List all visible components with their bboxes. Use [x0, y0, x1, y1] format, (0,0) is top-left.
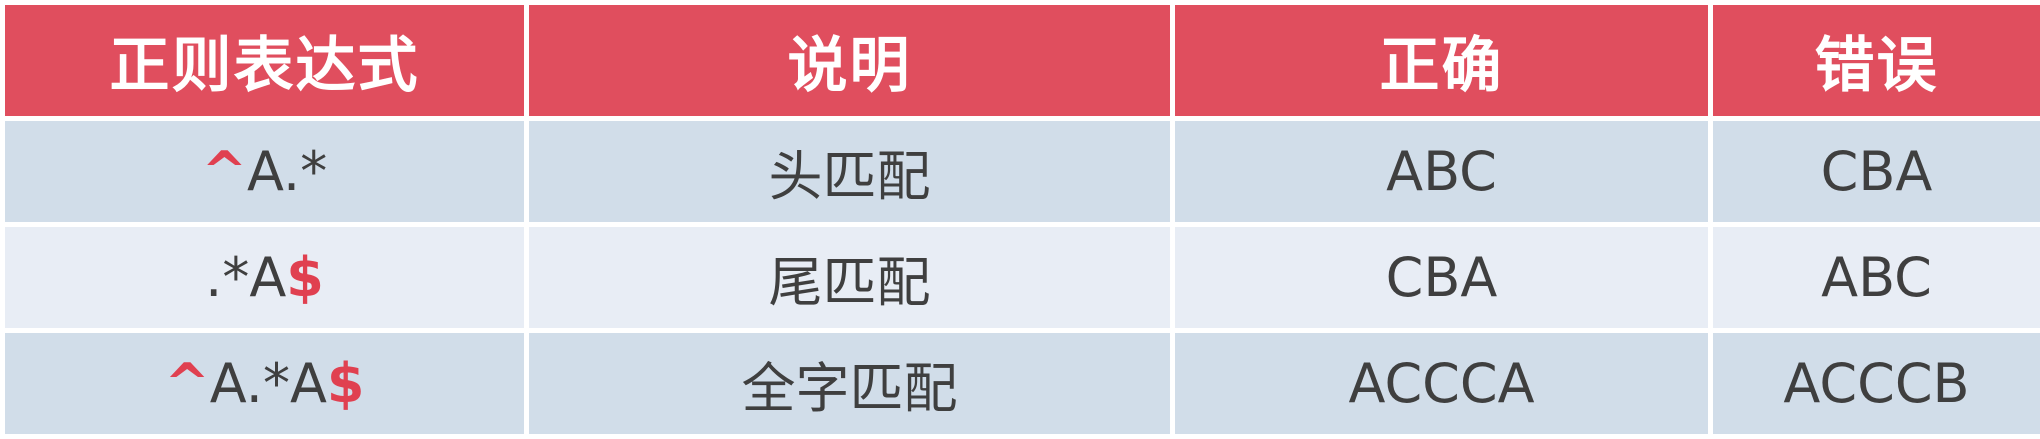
- header-regex: 正则表达式: [3, 3, 527, 119]
- table-row: ^A.*A$ 全字匹配 ACCCA ACCCB: [3, 331, 2040, 437]
- table-row: ^A.* 头匹配 ABC CBA: [3, 119, 2040, 225]
- regex-cell: ^A.*: [3, 119, 527, 225]
- header-description: 说明: [527, 3, 1173, 119]
- wrong-cell: ACCCB: [1711, 331, 2040, 437]
- description-cell: 头匹配: [527, 119, 1173, 225]
- description-cell: 尾匹配: [527, 225, 1173, 331]
- correct-cell: CBA: [1173, 225, 1711, 331]
- regex-cell: .*A$: [3, 225, 527, 331]
- regex-body: A.*A: [210, 352, 327, 415]
- regex-anchor-end: $: [286, 246, 324, 309]
- correct-cell: ABC: [1173, 119, 1711, 225]
- header-wrong: 错误: [1711, 3, 2040, 119]
- table-header-row: 正则表达式 说明 正确 错误: [3, 3, 2040, 119]
- regex-anchor-end: $: [327, 352, 365, 415]
- regex-table: 正则表达式 说明 正确 错误 ^A.* 头匹配 ABC CBA .*A$ 尾匹配…: [0, 0, 2040, 439]
- regex-body: A.*: [247, 140, 327, 203]
- regex-anchor-start: ^: [202, 140, 247, 203]
- wrong-cell: ABC: [1711, 225, 2040, 331]
- regex-anchor-start: ^: [165, 352, 210, 415]
- description-cell: 全字匹配: [527, 331, 1173, 437]
- table-row: .*A$ 尾匹配 CBA ABC: [3, 225, 2040, 331]
- regex-cell: ^A.*A$: [3, 331, 527, 437]
- wrong-cell: CBA: [1711, 119, 2040, 225]
- regex-body: .*A: [205, 246, 286, 309]
- regex-table-container: 正则表达式 说明 正确 错误 ^A.* 头匹配 ABC CBA .*A$ 尾匹配…: [0, 0, 2040, 434]
- correct-cell: ACCCA: [1173, 331, 1711, 437]
- header-correct: 正确: [1173, 3, 1711, 119]
